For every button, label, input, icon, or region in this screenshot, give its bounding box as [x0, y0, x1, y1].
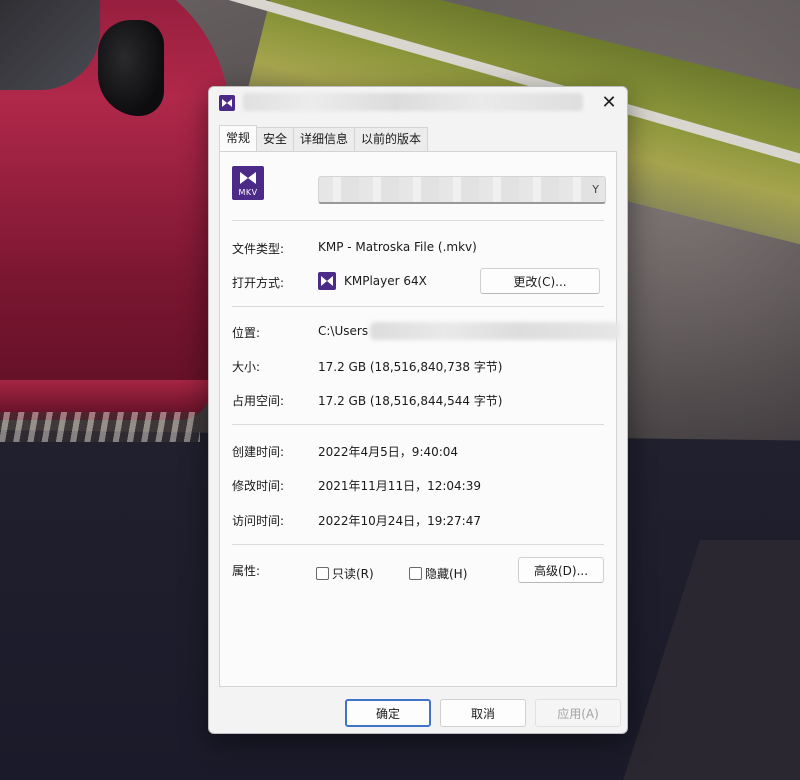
- file-type-label: 文件类型:: [232, 242, 285, 256]
- open-with-label: 打开方式:: [232, 276, 285, 290]
- open-with-value: KMPlayer 64X: [344, 274, 427, 288]
- readonly-checkbox-label: 只读(R): [332, 567, 374, 581]
- dialog-titlebar[interactable]: ✕: [209, 87, 627, 119]
- wallpaper-car-rim: [0, 412, 200, 442]
- readonly-checkbox-box[interactable]: [316, 567, 329, 580]
- file-type-value: KMP - Matroska File (.mkv): [318, 240, 477, 254]
- disk-size-value: 17.2 GB (18,516,844,544 字节): [318, 394, 503, 408]
- mkv-icon-left-triangle: [240, 172, 248, 184]
- separator: [232, 306, 604, 307]
- kmplayer-icon: [219, 95, 235, 111]
- separator: [232, 220, 604, 221]
- cancel-button[interactable]: 取消: [440, 699, 526, 727]
- created-label: 创建时间:: [232, 445, 285, 459]
- disk-size-label: 占用空间:: [232, 394, 285, 408]
- tab-security[interactable]: 安全: [256, 127, 295, 151]
- close-button[interactable]: ✕: [593, 89, 625, 117]
- created-value: 2022年4月5日，9:40:04: [318, 445, 459, 459]
- attributes-label: 属性:: [232, 564, 261, 578]
- wallpaper-car-mirror: [98, 20, 164, 116]
- location-label: 位置:: [232, 326, 261, 340]
- tab-details[interactable]: 详细信息: [293, 127, 356, 151]
- apply-button[interactable]: 应用(A): [535, 699, 621, 727]
- accessed-value: 2022年10月24日，19:27:47: [318, 514, 481, 528]
- dialog-title: [243, 93, 583, 111]
- readonly-checkbox[interactable]: 只读(R): [316, 565, 374, 582]
- tab-bar: 常规 安全 详细信息 以前的版本: [219, 125, 429, 151]
- properties-dialog: ✕ 常规 安全 详细信息 以前的版本 MKV 文件类型: KMP - Matro…: [208, 86, 628, 734]
- modified-value: 2021年11月11日，12:04:39: [318, 479, 481, 493]
- general-panel: MKV 文件类型: KMP - Matroska File (.mkv) 打开方…: [219, 151, 620, 687]
- advanced-button[interactable]: 高级(D)...: [518, 557, 604, 583]
- tab-previous-versions[interactable]: 以前的版本: [354, 127, 429, 151]
- ok-button[interactable]: 确定: [345, 699, 431, 727]
- hidden-checkbox[interactable]: 隐藏(H): [409, 565, 467, 582]
- size-value: 17.2 GB (18,516,840,738 字节): [318, 360, 503, 374]
- separator: [232, 424, 604, 425]
- tab-general[interactable]: 常规: [219, 125, 258, 151]
- hidden-checkbox-box[interactable]: [409, 567, 422, 580]
- location-redacted: [370, 322, 620, 340]
- hidden-checkbox-label: 隐藏(H): [425, 567, 468, 581]
- file-name-input[interactable]: [318, 176, 606, 204]
- location-value: C:\Users: [318, 324, 369, 338]
- mkv-icon-right-triangle: [248, 172, 256, 184]
- change-button[interactable]: 更改(C)...: [480, 268, 600, 294]
- mkv-icon-label: MKV: [238, 188, 258, 197]
- accessed-label: 访问时间:: [232, 514, 285, 528]
- size-label: 大小:: [232, 360, 261, 374]
- modified-label: 修改时间:: [232, 479, 285, 493]
- mkv-file-icon: MKV: [232, 166, 264, 200]
- kmplayer-app-icon: [318, 272, 336, 290]
- separator: [232, 544, 604, 545]
